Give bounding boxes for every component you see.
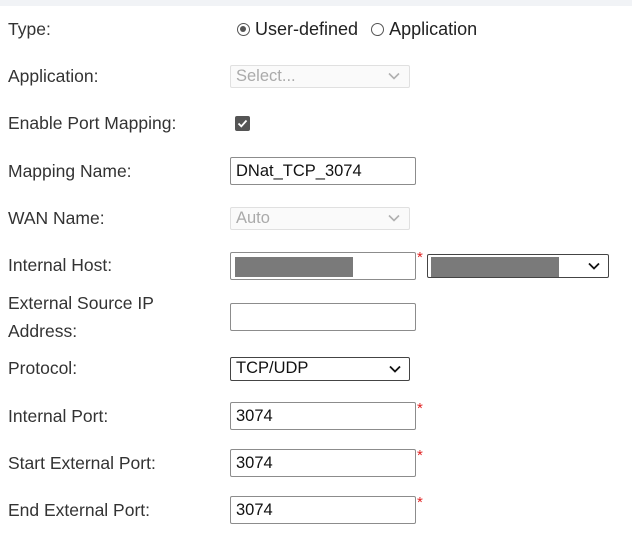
wan-name-select[interactable]: Auto — [230, 207, 410, 230]
internal-port-label: Internal Port: — [8, 406, 109, 426]
internal-host-row: Internal Host: * — [0, 249, 632, 281]
mapping-name-input[interactable] — [230, 157, 416, 185]
radio-application-label[interactable]: Application — [389, 15, 477, 43]
internal-host-select[interactable] — [427, 254, 609, 278]
chevron-down-icon — [388, 214, 400, 222]
external-source-ip-input[interactable] — [230, 303, 416, 331]
start-external-port-input[interactable] — [230, 449, 416, 477]
chevron-down-icon — [588, 262, 600, 270]
wan-name-row: WAN Name: Auto — [0, 204, 632, 234]
internal-port-required-mark: * — [417, 400, 423, 417]
internal-host-label: Internal Host: — [8, 255, 113, 275]
application-label: Application: — [8, 66, 99, 86]
application-select-value: Select... — [236, 67, 296, 85]
port-mapping-form: Type: User-defined Application Applicati… — [0, 0, 632, 535]
application-select[interactable]: Select... — [230, 65, 410, 88]
internal-host-input-wrap — [230, 252, 416, 280]
type-label: Type: — [8, 19, 51, 39]
protocol-row: Protocol: TCP/UDP — [0, 354, 632, 384]
redacted-block — [431, 257, 559, 277]
enable-port-mapping-label: Enable Port Mapping: — [8, 113, 177, 133]
start-external-port-required-mark: * — [417, 447, 423, 464]
type-radio-group: User-defined Application — [230, 15, 483, 43]
end-external-port-row: End External Port: * — [0, 494, 632, 526]
application-row: Application: Select... — [0, 62, 632, 92]
redacted-block — [235, 257, 353, 277]
enable-port-mapping-row: Enable Port Mapping: — [0, 109, 632, 139]
check-icon — [237, 119, 248, 128]
protocol-select[interactable]: TCP/UDP — [230, 357, 410, 381]
chevron-down-icon — [388, 72, 400, 80]
internal-port-input[interactable] — [230, 402, 416, 430]
type-row: Type: User-defined Application — [0, 15, 632, 45]
wan-name-label: WAN Name: — [8, 208, 105, 228]
external-source-ip-row: External Source IP Address: — [0, 289, 632, 345]
wan-name-select-value: Auto — [236, 209, 270, 227]
mapping-name-row: Mapping Name: — [0, 157, 632, 187]
protocol-label: Protocol: — [8, 358, 78, 378]
chevron-down-icon — [389, 365, 401, 373]
start-external-port-row: Start External Port: * — [0, 447, 632, 479]
internal-port-row: Internal Port: * — [0, 400, 632, 432]
mapping-name-label: Mapping Name: — [8, 161, 132, 181]
radio-user-defined[interactable] — [237, 22, 250, 36]
end-external-port-label: End External Port: — [8, 500, 151, 520]
internal-host-required-mark: * — [417, 249, 423, 266]
start-external-port-label: Start External Port: — [8, 453, 156, 473]
radio-application[interactable] — [371, 22, 385, 36]
end-external-port-required-mark: * — [417, 494, 423, 511]
radio-user-defined-label[interactable]: User-defined — [255, 15, 358, 43]
end-external-port-input[interactable] — [230, 496, 416, 524]
protocol-select-value: TCP/UDP — [236, 359, 309, 377]
enable-port-mapping-checkbox[interactable] — [235, 116, 250, 131]
external-source-ip-label: External Source IP Address: — [8, 293, 154, 341]
